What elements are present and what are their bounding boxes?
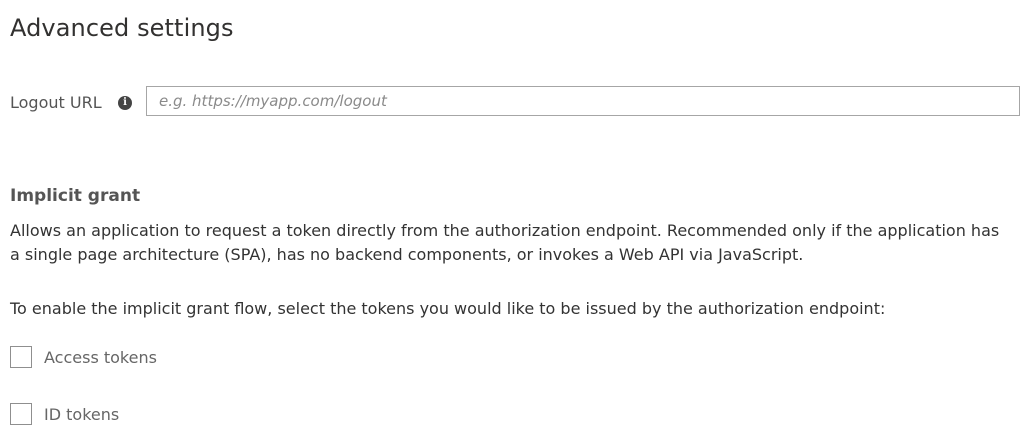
page-title: Advanced settings xyxy=(10,14,234,42)
access-tokens-label: Access tokens xyxy=(44,347,157,367)
implicit-grant-heading: Implicit grant xyxy=(10,186,141,206)
advanced-settings-page: Advanced settings Logout URL i Implicit … xyxy=(0,0,1031,448)
id-tokens-label: ID tokens xyxy=(44,404,120,424)
logout-url-row: Logout URL i xyxy=(10,86,1022,118)
info-icon[interactable]: i xyxy=(118,96,132,110)
access-tokens-checkbox[interactable]: Access tokens xyxy=(10,344,157,370)
id-tokens-checkbox[interactable]: ID tokens xyxy=(10,401,119,427)
access-tokens-checkbox-box[interactable] xyxy=(10,346,32,368)
implicit-grant-instructions: To enable the implicit grant flow, selec… xyxy=(10,299,886,318)
logout-url-input[interactable] xyxy=(146,86,1020,116)
logout-url-label: Logout URL xyxy=(10,93,102,112)
id-tokens-checkbox-box[interactable] xyxy=(10,403,32,425)
implicit-grant-description: Allows an application to request a token… xyxy=(10,221,1000,264)
